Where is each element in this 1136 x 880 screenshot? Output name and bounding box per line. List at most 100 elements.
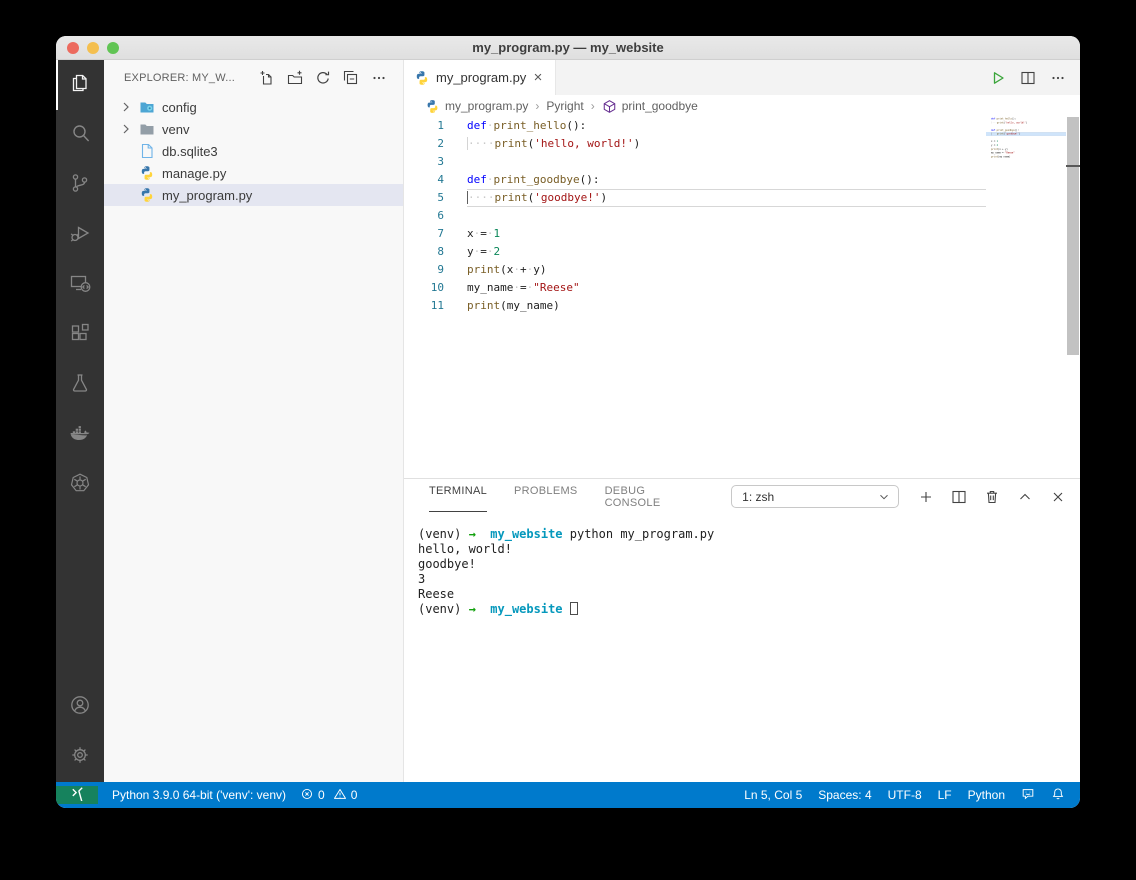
new-terminal-icon[interactable] bbox=[918, 489, 934, 505]
activity-bar-item-account[interactable] bbox=[56, 682, 104, 732]
python-icon bbox=[425, 99, 440, 114]
terminal-line: (venv) → my_website bbox=[418, 602, 1066, 617]
remote-icon bbox=[70, 786, 85, 804]
panel-tab-problems[interactable]: PROBLEMS bbox=[514, 481, 578, 512]
window-title: my_program.py — my_website bbox=[472, 40, 663, 55]
status-cursor-position[interactable]: Ln 5, Col 5 bbox=[744, 788, 802, 802]
close-panel-icon[interactable] bbox=[1050, 489, 1066, 505]
activity-bar-item-docker[interactable] bbox=[56, 410, 104, 460]
code-line-10[interactable]: 10my_name·=·"Reese" bbox=[404, 279, 986, 297]
breadcrumb-item-print_goodbye[interactable]: print_goodbye bbox=[602, 99, 698, 114]
new-folder-icon[interactable] bbox=[287, 70, 303, 86]
activity-bar-item-run-and-debug[interactable] bbox=[56, 210, 104, 260]
file-tree-item-manage.py[interactable]: manage.py bbox=[104, 162, 403, 184]
tab-my-program-py[interactable]: my_program.py × bbox=[404, 60, 556, 95]
python-icon bbox=[414, 70, 430, 86]
file-tree-item-my_program.py[interactable]: my_program.py bbox=[104, 184, 403, 206]
chevron-right-icon[interactable] bbox=[118, 121, 134, 137]
panel-tab-terminal[interactable]: TERMINAL bbox=[429, 481, 487, 512]
terminal-line: 3 bbox=[418, 572, 1066, 587]
panel-header: TERMINAL PROBLEMS DEBUG CONSOLE 1: zsh bbox=[404, 479, 1080, 514]
code-line-2[interactable]: 2····print('hello, world!') bbox=[404, 135, 986, 153]
activity-bar-item-settings[interactable] bbox=[56, 732, 104, 782]
overview-ruler-cursor-marker bbox=[1066, 165, 1080, 167]
line-number: 4 bbox=[404, 171, 444, 189]
terminal-selector-dropdown[interactable]: 1: zsh bbox=[731, 485, 899, 508]
split-editor-icon[interactable] bbox=[1020, 70, 1036, 86]
new-file-icon[interactable] bbox=[259, 70, 275, 86]
activity-bar-item-source-control[interactable] bbox=[56, 160, 104, 210]
source-control-icon bbox=[68, 171, 92, 200]
kill-terminal-icon[interactable] bbox=[984, 489, 1000, 505]
remote-explorer-icon bbox=[68, 271, 92, 300]
split-terminal-icon[interactable] bbox=[951, 489, 967, 505]
refresh-explorer-icon[interactable] bbox=[315, 70, 331, 86]
minimize-window-button[interactable] bbox=[87, 42, 99, 54]
activity-bar-item-remote-explorer[interactable] bbox=[56, 260, 104, 310]
code-line-4[interactable]: 4 def·print_goodbye(): bbox=[404, 171, 986, 189]
code-line-9[interactable]: 9print(x·+·y) bbox=[404, 261, 986, 279]
collapse-folders-icon[interactable] bbox=[343, 70, 359, 86]
explorer-sidebar: EXPLORER: MY_W... config venvdb.sqlite3ma… bbox=[104, 60, 404, 782]
activity-bar-item-search[interactable] bbox=[56, 110, 104, 160]
file-tree: config venvdb.sqlite3manage.pymy_program.… bbox=[104, 96, 403, 206]
file-tree-item-config[interactable]: config bbox=[104, 96, 403, 118]
status-end-of-line[interactable]: LF bbox=[938, 788, 952, 802]
code-line-5[interactable]: 5····print('goodbye!') bbox=[404, 189, 986, 207]
status-encoding[interactable]: UTF-8 bbox=[888, 788, 922, 802]
code-line-6[interactable]: 6 bbox=[404, 207, 986, 225]
maximize-panel-icon[interactable] bbox=[1017, 489, 1033, 505]
line-number: 11 bbox=[404, 297, 444, 315]
zoom-window-button[interactable] bbox=[107, 42, 119, 54]
code-line-1[interactable]: 1def·print_hello(): bbox=[404, 117, 986, 135]
breadcrumb-label: my_program.py bbox=[445, 99, 528, 113]
code-line-11[interactable]: print(my_name) bbox=[986, 155, 1066, 159]
code-editor[interactable]: 1def·print_hello():2····print('hello, wo… bbox=[404, 117, 1080, 478]
terminal-line: Reese bbox=[418, 587, 1066, 602]
code-line-3[interactable]: 3 bbox=[404, 153, 986, 171]
status-feedback[interactable] bbox=[1021, 787, 1035, 804]
tab-label: my_program.py bbox=[436, 70, 526, 85]
close-window-button[interactable] bbox=[67, 42, 79, 54]
file-tree-item-db.sqlite3[interactable]: db.sqlite3 bbox=[104, 140, 403, 162]
activity-bar-item-kubernetes[interactable] bbox=[56, 460, 104, 510]
code-line-11[interactable]: 11print(my_name) bbox=[404, 297, 986, 315]
file-tree-item-venv[interactable]: venv bbox=[104, 118, 403, 140]
code-line-7[interactable]: 7x·=·1 bbox=[404, 225, 986, 243]
panel-tab-debug-console[interactable]: DEBUG CONSOLE bbox=[605, 481, 705, 512]
close-tab-icon[interactable]: × bbox=[529, 69, 547, 86]
activity-bar-item-extensions[interactable] bbox=[56, 310, 104, 360]
line-number: 2 bbox=[404, 135, 444, 153]
status-problems[interactable]: 00 bbox=[300, 787, 365, 804]
line-number: 9 bbox=[404, 261, 444, 279]
folder-icon bbox=[139, 121, 155, 137]
scrollbar-thumb[interactable] bbox=[1067, 117, 1079, 355]
status-python-interpreter[interactable]: Python 3.9.0 64-bit ('venv': venv) bbox=[112, 788, 286, 802]
activity-bar-item-testing[interactable] bbox=[56, 360, 104, 410]
more-actions-icon[interactable] bbox=[1050, 70, 1066, 86]
status-language-mode[interactable]: Python bbox=[968, 788, 1005, 802]
status-indentation[interactable]: Spaces: 4 bbox=[818, 788, 871, 802]
status-notifications[interactable] bbox=[1051, 787, 1065, 804]
breadcrumb-item-Pyright[interactable]: Pyright bbox=[546, 99, 583, 113]
remote-indicator[interactable] bbox=[56, 786, 98, 804]
activity-bar-item-explorer[interactable] bbox=[56, 60, 104, 110]
minimap[interactable]: def·print_hello():····print('hello, worl… bbox=[986, 117, 1066, 478]
terminal-output[interactable]: (venv) → my_website python my_program.py… bbox=[404, 514, 1080, 782]
breadcrumb-item-my_program.py[interactable]: my_program.py bbox=[425, 99, 528, 114]
line-content: def·print_goodbye(): bbox=[467, 171, 986, 189]
line-number: 8 bbox=[404, 243, 444, 261]
error-count: 0 bbox=[318, 788, 325, 802]
chevron-down-icon bbox=[877, 490, 891, 504]
activity-bar bbox=[56, 60, 104, 782]
editor-scrollbar[interactable] bbox=[1066, 117, 1080, 478]
chevron-right-icon[interactable] bbox=[118, 99, 134, 115]
code-line-8[interactable]: 8y·=·2 bbox=[404, 243, 986, 261]
vscode-window: my_program.py — my_website EXPLORER: MY_… bbox=[56, 36, 1080, 808]
run-python-file-icon[interactable] bbox=[990, 70, 1006, 86]
titlebar[interactable]: my_program.py — my_website bbox=[56, 36, 1080, 60]
error-count-icon bbox=[300, 787, 314, 804]
explorer-header: EXPLORER: MY_W... bbox=[104, 60, 403, 96]
file-label: config bbox=[162, 100, 197, 115]
more-actions-icon[interactable] bbox=[371, 70, 387, 86]
